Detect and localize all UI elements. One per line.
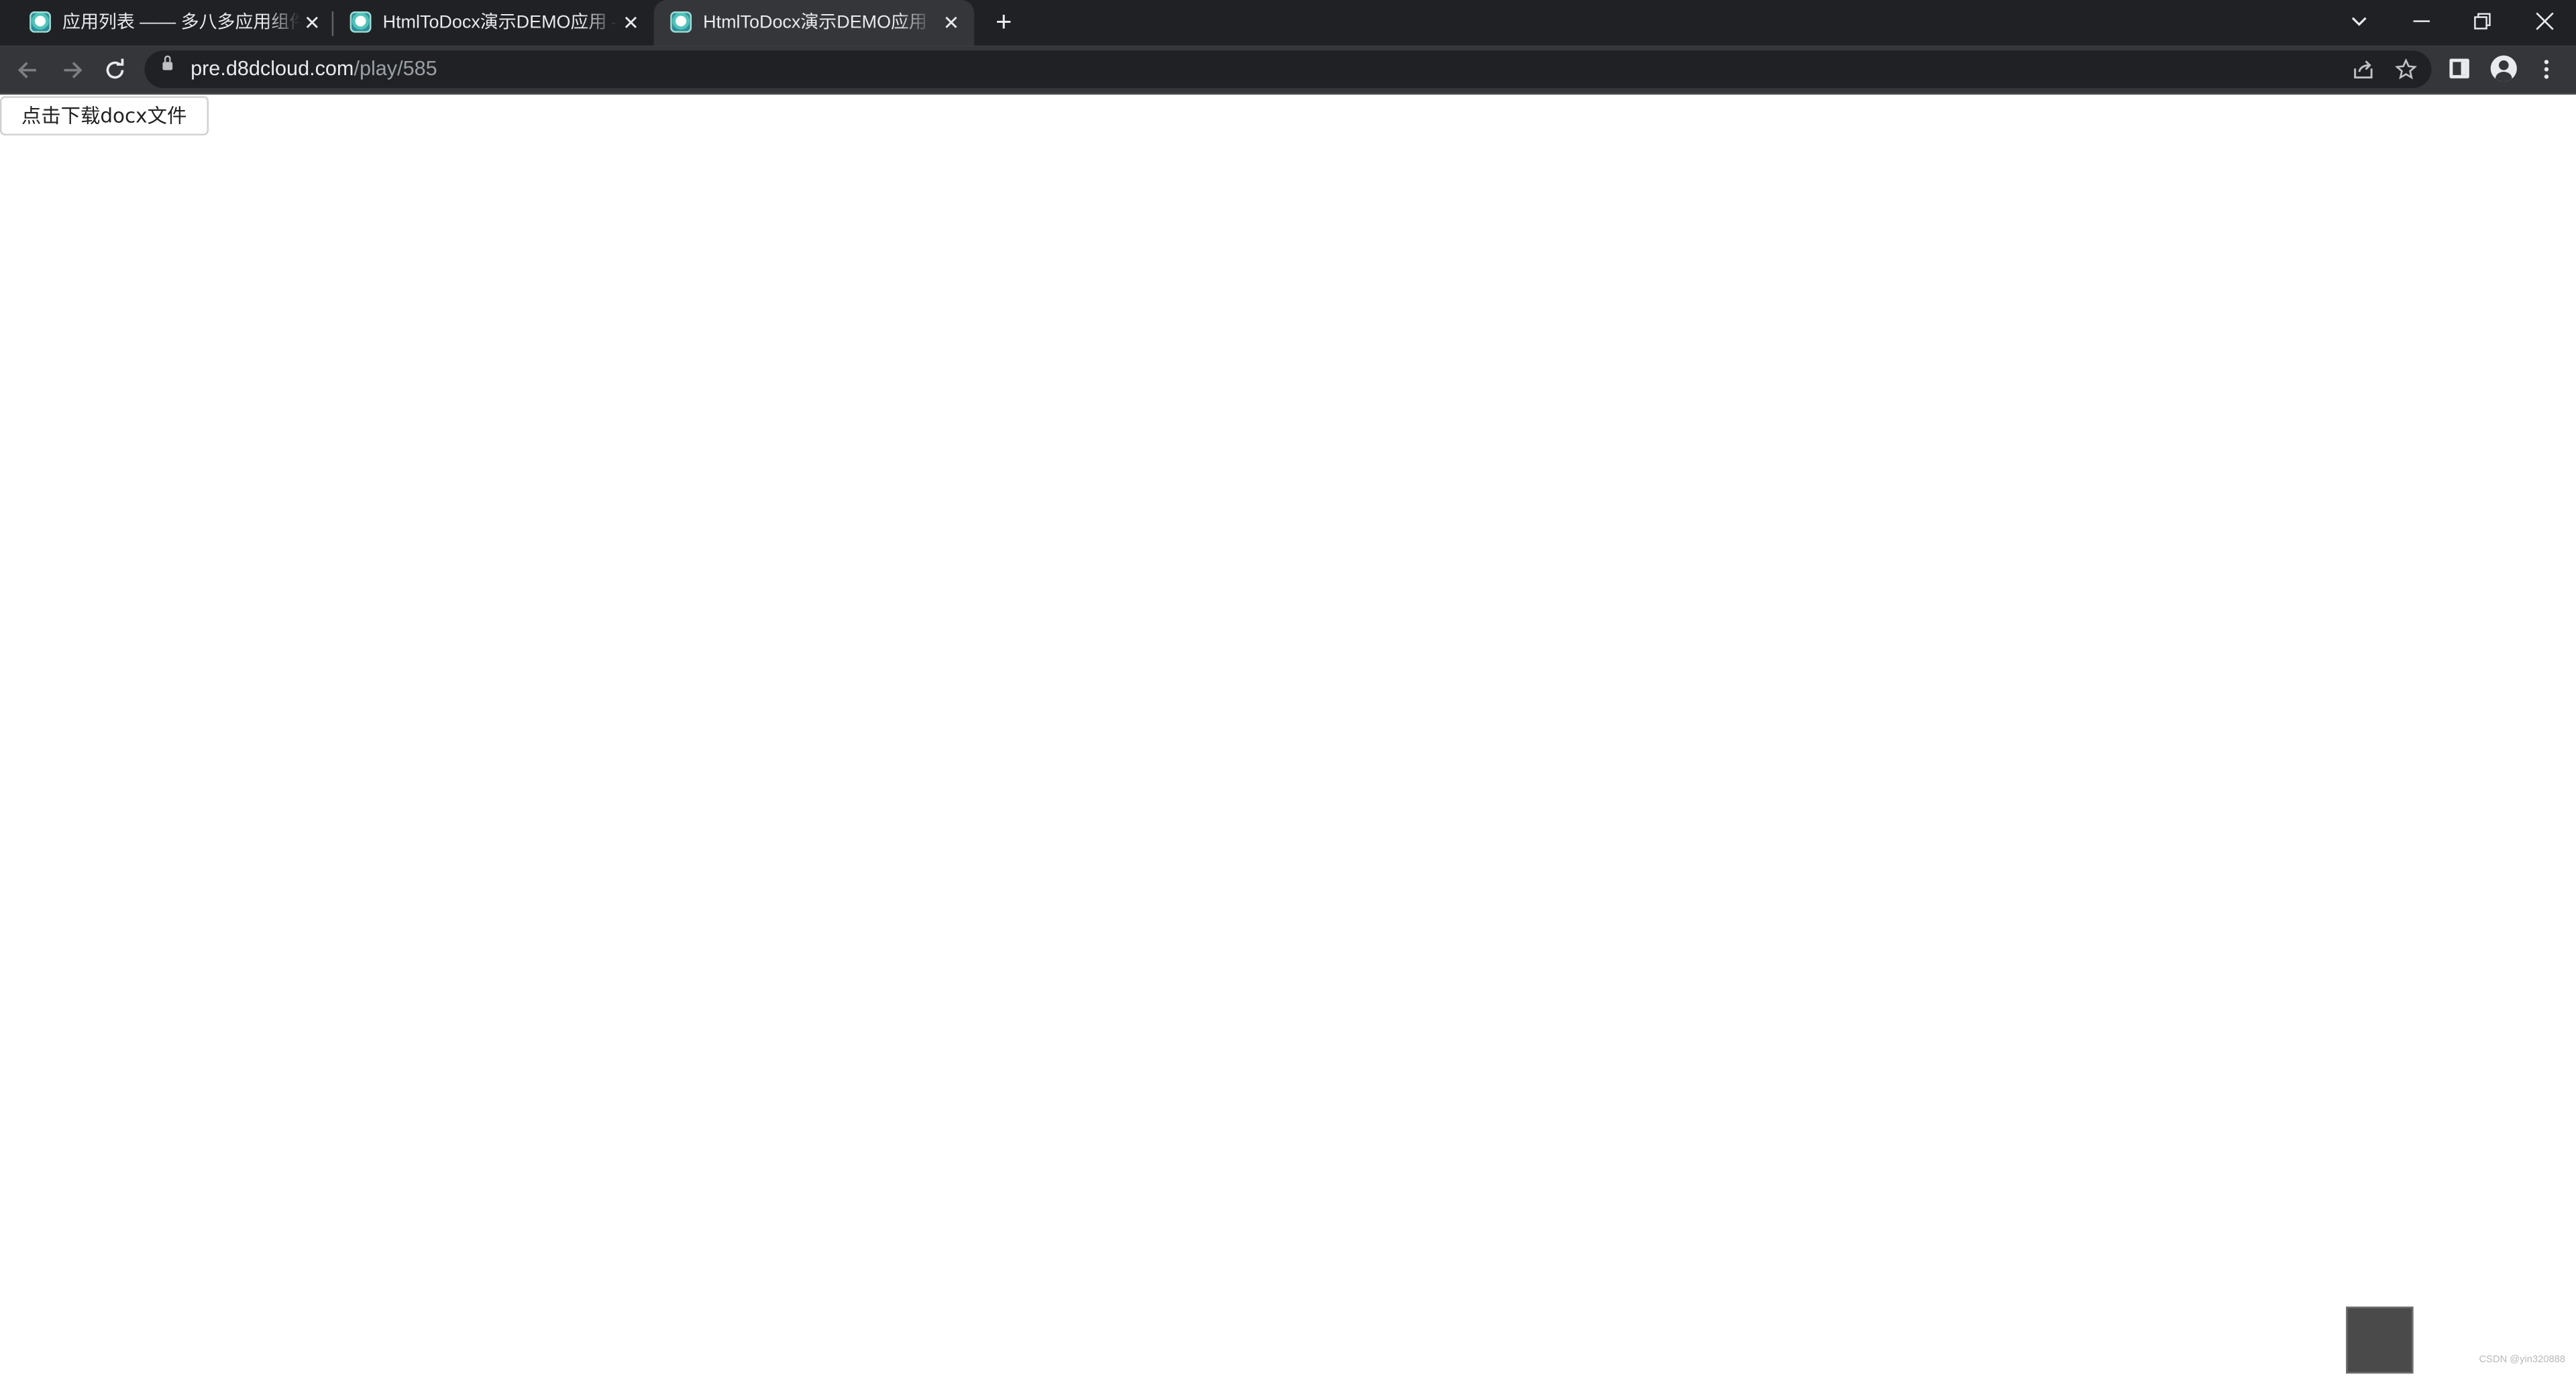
close-icon[interactable]: ✕	[618, 10, 644, 36]
minimize-icon	[2413, 19, 2430, 22]
lock-icon[interactable]	[162, 55, 173, 70]
forward-button[interactable]	[58, 54, 87, 83]
restore-button[interactable]	[2453, 0, 2512, 39]
plus-icon: +	[996, 6, 1012, 38]
forward-arrow-icon	[64, 62, 83, 79]
app-favicon-icon	[670, 11, 692, 33]
profile-icon[interactable]	[2490, 55, 2517, 82]
side-panel-icon[interactable]	[2449, 58, 2469, 79]
restore-icon	[2474, 13, 2491, 30]
new-tab-button[interactable]: +	[989, 6, 1018, 38]
reload-button[interactable]	[100, 54, 129, 83]
share-icon	[2354, 60, 2373, 79]
page-content: 点击下载docx文件 CSDN @yin320888	[0, 94, 2576, 1385]
tab-app-list[interactable]: 应用列表 —— 多八多应用组件商 ✕	[13, 0, 325, 46]
download-docx-button[interactable]: 点击下载docx文件	[0, 96, 209, 136]
tab-title: HtmlToDocx演示DEMO应用	[703, 13, 927, 33]
menu-button[interactable]	[2533, 56, 2559, 82]
browser-toolbar: pre.d8dcloud.com/play/585	[0, 46, 2576, 95]
close-icon	[2536, 12, 2554, 30]
url-text[interactable]: pre.d8dcloud.com/play/585	[191, 50, 437, 88]
tab-search-button[interactable]	[2330, 0, 2389, 39]
share-button[interactable]	[2349, 56, 2377, 83]
tab-title: 应用列表 —— 多八多应用组件商	[62, 13, 301, 33]
tab-htmltodocx-active[interactable]: HtmlToDocx演示DEMO应用 ✕	[653, 0, 975, 46]
back-arrow-icon	[17, 62, 36, 79]
app-favicon-icon	[350, 11, 372, 33]
reload-icon	[106, 59, 124, 79]
browser-window: 应用列表 —— 多八多应用组件商 ✕ HtmlToDocx演示DEMO应用 — …	[0, 0, 2576, 1385]
close-window-button[interactable]	[2515, 0, 2574, 39]
chevron-down-icon	[2351, 17, 2367, 26]
minimize-button[interactable]	[2392, 0, 2451, 39]
tab-title: HtmlToDocx演示DEMO应用 —	[382, 13, 618, 33]
close-icon[interactable]: ✕	[938, 10, 964, 36]
kebab-menu-icon	[2544, 60, 2549, 79]
watermark-text: CSDN @yin320888	[2479, 1355, 2565, 1366]
bookmark-button[interactable]	[2392, 56, 2420, 83]
star-icon	[2394, 58, 2418, 80]
floating-widget[interactable]	[2346, 1306, 2414, 1374]
tab-strip: 应用列表 —— 多八多应用组件商 ✕ HtmlToDocx演示DEMO应用 — …	[0, 0, 2576, 46]
address-bar[interactable]: pre.d8dcloud.com/play/585	[144, 50, 2432, 89]
tab-htmltodocx-1[interactable]: HtmlToDocx演示DEMO应用 — ✕	[333, 0, 649, 46]
back-button[interactable]	[13, 54, 43, 83]
app-favicon-icon	[30, 11, 51, 33]
close-icon[interactable]: ✕	[299, 10, 325, 36]
